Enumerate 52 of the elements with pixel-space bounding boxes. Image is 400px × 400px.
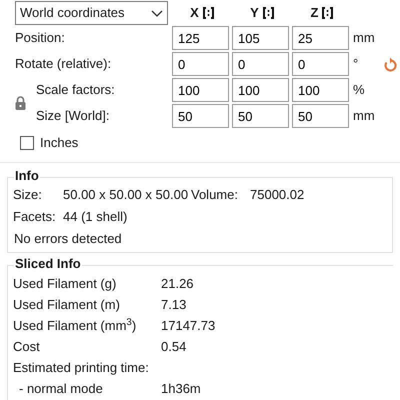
info-label: Volume:	[191, 186, 239, 204]
info-value: 75000.02	[250, 186, 304, 204]
value-field[interactable]: 125	[172, 26, 229, 50]
stat-value: 17147.73	[161, 316, 216, 335]
info-label: Facets:	[13, 208, 57, 226]
value-field[interactable]: 50	[232, 104, 289, 128]
lock-icon[interactable]	[15, 96, 26, 110]
field-label: Size [World]:	[36, 107, 110, 126]
value-field[interactable]: 100	[292, 78, 349, 102]
axis-icon	[322, 7, 334, 19]
inches-checkbox[interactable]	[20, 136, 34, 150]
stat-label: Estimated printing time:	[13, 358, 150, 377]
stat-label: Used Filament (m)	[13, 296, 121, 314]
value-field[interactable]: 25	[292, 26, 349, 50]
stat-label: Cost	[13, 338, 41, 356]
info-value: 44 (1 shell)	[63, 208, 128, 226]
stat-value: 1h36m	[161, 380, 201, 398]
unit-label: %	[353, 81, 366, 100]
unit-label: mm	[353, 107, 376, 126]
section-title: Info	[14, 169, 40, 182]
axis-label: Z	[310, 4, 318, 22]
value-field[interactable]: 100	[232, 78, 289, 102]
axis-icon	[262, 7, 274, 19]
value-field[interactable]: 0	[232, 52, 289, 76]
field-label: Position:	[15, 29, 66, 48]
axis-label: Y	[250, 4, 259, 22]
value-field[interactable]: 0	[172, 52, 229, 76]
value-field[interactable]: 105	[232, 26, 289, 50]
value-field[interactable]: 100	[172, 78, 229, 102]
info-label: Size:	[13, 186, 43, 204]
stat-label: - normal mode	[18, 380, 104, 398]
info-value: 50.00 x 50.00 x 50.00	[63, 186, 190, 204]
coordinates-dropdown[interactable]: World coordinates	[15, 1, 168, 25]
value-field[interactable]: 50	[292, 104, 349, 128]
checkbox-label: Inches	[40, 134, 78, 152]
stat-label: Used Filament (mm$^{3}$)	[13, 316, 138, 335]
axis-label: X	[190, 4, 199, 22]
status-text: No errors detected	[14, 230, 122, 248]
value-field[interactable]: 0	[292, 52, 349, 76]
reset-icon[interactable]	[383, 56, 397, 72]
stat-value: 21.26	[161, 274, 194, 293]
field-label: Scale factors:	[36, 81, 116, 100]
axis-icon	[202, 7, 214, 19]
stat-value: 0.54	[161, 338, 186, 356]
chevron-down-icon	[151, 10, 163, 16]
stat-value: 7.13	[161, 296, 186, 314]
unit-label: mm	[353, 29, 376, 48]
section-title: Sliced Info	[14, 257, 82, 270]
value-field[interactable]: 50	[172, 104, 229, 128]
unit-label: °	[353, 55, 360, 74]
field-label: Rotate (relative):	[15, 55, 112, 74]
stat-label: Used Filament (g)	[13, 274, 118, 293]
